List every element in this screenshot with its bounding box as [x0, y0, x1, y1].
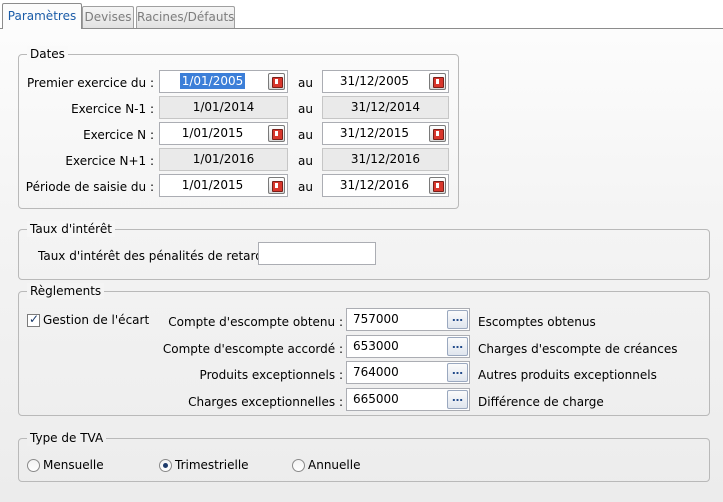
exercice-n-plus-1-to-value: 31/12/2016 — [350, 152, 421, 166]
calendar-icon[interactable] — [268, 125, 285, 142]
premier-exercice-to-value: 31/12/2005 — [339, 74, 410, 88]
calendar-icon[interactable] — [429, 73, 446, 90]
exercice-n-to-field[interactable]: 31/12/2015 — [322, 122, 449, 145]
gap-management-label[interactable]: Gestion de l'écart — [43, 312, 149, 328]
vat-type-legend: Type de TVA — [27, 430, 107, 446]
escompte-obtenu-value: 757000 — [353, 312, 399, 326]
au-label: au — [298, 154, 313, 168]
exercice-n-plus-1-label: Exercice N+1 : — [65, 154, 154, 168]
premier-exercice-from-value: 1/01/2005 — [179, 73, 246, 89]
calendar-icon[interactable] — [429, 125, 446, 142]
produits-exceptionnels-label: Produits exceptionnels : — [199, 368, 343, 382]
vat-mensuelle-radio[interactable] — [27, 459, 40, 472]
calendar-icon[interactable] — [268, 73, 285, 90]
exercice-n-1-to-field: 31/12/2014 — [322, 96, 449, 119]
exercice-n-plus-1-from-field: 1/01/2016 — [159, 148, 288, 171]
periode-saisie-to-field[interactable]: 31/12/2016 — [322, 174, 449, 197]
au-label: au — [298, 128, 313, 142]
exercice-n-plus-1-from-value: 1/01/2016 — [192, 152, 255, 166]
escompte-obtenu-input[interactable]: 757000 … — [346, 308, 470, 331]
vat-annuelle-radio[interactable] — [292, 459, 305, 472]
produits-exceptionnels-desc: Autres produits exceptionnels — [478, 368, 657, 382]
browse-button[interactable]: … — [447, 363, 468, 382]
escompte-accorde-desc: Charges d'escompte de créances — [478, 342, 678, 356]
interest-group: Taux d'intérêt Taux d'intérêt des pénali… — [18, 221, 710, 280]
exercice-n-from-value: 1/01/2015 — [181, 126, 244, 140]
tab-devises[interactable]: Devises — [82, 6, 134, 28]
escompte-obtenu-label: Compte d'escompte obtenu : — [168, 315, 343, 329]
au-label: au — [298, 102, 313, 116]
vat-trimestrielle-label[interactable]: Trimestrielle — [175, 457, 249, 473]
premier-exercice-to-field[interactable]: 31/12/2005 — [322, 70, 449, 93]
dates-legend: Dates — [27, 46, 68, 62]
tab-strip: Paramètres Devises Racines/Défauts — [0, 0, 723, 29]
parametres-panel: Dates Premier exercice du : 1/01/2005 au… — [0, 28, 723, 502]
gap-management-checkbox[interactable] — [27, 312, 40, 327]
periode-saisie-from-value: 1/01/2015 — [181, 178, 244, 192]
charges-exceptionnelles-label: Charges exceptionnelles : — [188, 395, 343, 409]
charges-exceptionnelles-input[interactable]: 665000 … — [346, 388, 470, 411]
exercice-n-1-to-value: 31/12/2014 — [350, 100, 421, 114]
vat-mensuelle-label[interactable]: Mensuelle — [43, 457, 104, 473]
premier-exercice-from-field[interactable]: 1/01/2005 — [159, 70, 288, 93]
vat-trimestrielle-radio[interactable] — [159, 459, 172, 472]
interest-legend: Taux d'intérêt — [27, 221, 115, 237]
produits-exceptionnels-value: 764000 — [353, 365, 399, 379]
settlements-group: Règlements Gestion de l'écart Compte d'e… — [18, 283, 710, 416]
au-label: au — [298, 180, 313, 194]
exercice-n-plus-1-to-field: 31/12/2016 — [322, 148, 449, 171]
calendar-icon[interactable] — [429, 177, 446, 194]
exercice-n-1-from-value: 1/01/2014 — [192, 100, 255, 114]
penalty-rate-input[interactable] — [258, 242, 376, 265]
tab-parametres[interactable]: Paramètres — [2, 3, 82, 29]
exercice-n-1-label: Exercice N-1 : — [71, 102, 154, 116]
exercice-n-label: Exercice N : — [83, 128, 154, 142]
settlements-legend: Règlements — [27, 283, 105, 299]
browse-button[interactable]: … — [447, 390, 468, 409]
vat-type-group: Type de TVA Mensuelle Trimestrielle Annu… — [18, 430, 710, 482]
escompte-obtenu-desc: Escomptes obtenus — [478, 315, 596, 329]
exercice-n-from-field[interactable]: 1/01/2015 — [159, 122, 288, 145]
au-label: au — [298, 76, 313, 90]
exercice-n-to-value: 31/12/2015 — [339, 126, 410, 140]
penalty-rate-label: Taux d'intérêt des pénalités de retard : — [38, 249, 271, 263]
charges-exceptionnelles-desc: Différence de charge — [478, 395, 604, 409]
escompte-accorde-value: 653000 — [353, 339, 399, 353]
escompte-accorde-label: Compte d'escompte accordé : — [162, 342, 343, 356]
charges-exceptionnelles-value: 665000 — [353, 392, 399, 406]
produits-exceptionnels-input[interactable]: 764000 … — [346, 361, 470, 384]
browse-button[interactable]: … — [447, 337, 468, 356]
periode-saisie-to-value: 31/12/2016 — [339, 178, 410, 192]
periode-saisie-label: Période de saisie du : — [25, 180, 154, 194]
escompte-accorde-input[interactable]: 653000 … — [346, 335, 470, 358]
calendar-icon[interactable] — [268, 177, 285, 194]
vat-annuelle-label[interactable]: Annuelle — [308, 457, 360, 473]
tab-racines-defauts[interactable]: Racines/Défauts — [136, 6, 235, 28]
exercice-n-1-from-field: 1/01/2014 — [159, 96, 288, 119]
periode-saisie-from-field[interactable]: 1/01/2015 — [159, 174, 288, 197]
browse-button[interactable]: … — [447, 310, 468, 329]
dates-group: Dates Premier exercice du : 1/01/2005 au… — [18, 46, 459, 209]
premier-exercice-label: Premier exercice du : — [27, 76, 154, 90]
